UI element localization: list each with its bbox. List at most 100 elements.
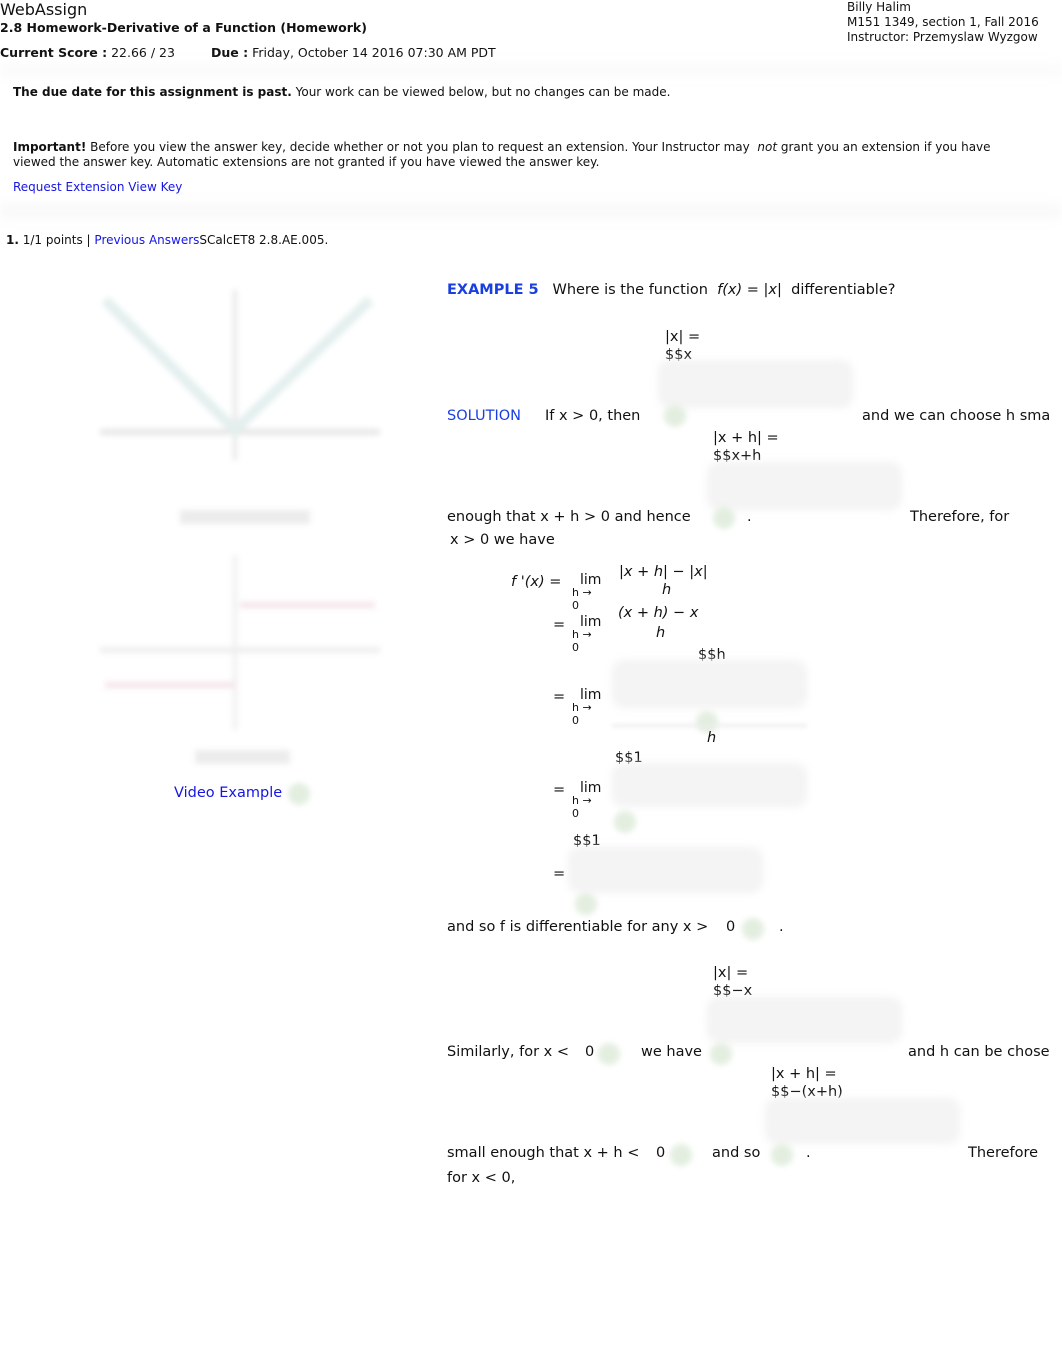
divider [0,66,1062,74]
answer-abs-xh: |x + h| = $$x+h [713,429,779,465]
function-expr: f(x) = |x| [717,282,782,298]
text: small enough that x + h < [447,1145,640,1161]
limit: lim h → 0 [572,687,601,727]
graph-caption [195,750,290,764]
text: and h can be chose [908,1044,1050,1060]
answer-label: |x + h| = [713,430,779,446]
lim-sub: h → 0 [572,628,592,654]
key-actions: Request Extension View Key [13,180,182,194]
example-heading: EXAMPLE 5 Where is the function f(x) = |… [447,282,895,298]
answer-value: $$1 [615,750,643,766]
text: If x > 0, then [545,408,641,424]
answer-field[interactable] [617,768,802,802]
text: we have [641,1044,702,1060]
numerator: (x + h) − x [618,605,699,621]
text: and so f is differentiable for any x > [447,919,709,935]
lim-sub: h → 0 [572,586,592,612]
score-label: Current Score : [0,45,108,60]
graph-caption [180,510,310,524]
video-icon [288,783,310,805]
current-score: Current Score : 22.66 / 23 [0,45,175,60]
answer-abs-x-neg: |x| = $$−x [713,964,752,1000]
answer-value: $$x [665,347,693,363]
answer-label: |x + h| = [771,1066,837,1082]
request-extension-link[interactable]: Request Extension [13,180,124,194]
text: Similarly, for x < [447,1044,569,1060]
equals: = [553,617,566,633]
limit: lim h → 0 [572,572,601,612]
limit: lim h → 0 [572,614,601,654]
answer-value: $$h [698,647,726,663]
correct-check-icon [614,811,636,833]
equals: = [553,866,566,882]
text: . [806,1145,811,1161]
equals: = [553,782,566,798]
answer-abs-xh-neg: |x + h| = $$−(x+h) [771,1065,843,1101]
score-value: 22.66 / 23 [111,45,175,60]
abs-graph-figure [100,290,380,764]
correct-check-icon [710,1043,732,1065]
assignment-title: 2.8 Homework-Derivative of a Function (H… [0,20,367,35]
past-due-notice: The due date for this assignment is past… [13,85,670,99]
correct-check-icon [670,1144,692,1166]
equals: = [553,689,566,705]
correct-check-icon [575,893,597,915]
answer-value: 0 [656,1145,666,1161]
example-prompt: Where is the function [552,282,708,298]
correct-check-icon [713,507,735,529]
text: and we can choose h sma [862,408,1051,424]
brand-logo: WebAssign [0,0,88,19]
text: Therefore, for [910,509,1010,525]
fraction-bar [612,724,807,727]
answer-value: $$−x [713,983,753,999]
answer-value: $$x+h [713,448,762,464]
question-points: 1/1 points | [22,233,91,247]
instructor-name: Instructor: Przemyslaw Wyzgow [847,30,1038,44]
answer-field[interactable] [617,665,802,703]
course-name: M151 1349, section 1, Fall 2016 [847,15,1039,29]
lim-sub: h → 0 [572,794,592,820]
answer-value: $$−(x+h) [771,1084,843,1100]
important-notice: Important! Before you view the answer ke… [13,140,991,170]
answer-field[interactable] [573,852,758,888]
limit: lim h → 0 [572,780,601,820]
abs-curve [101,296,374,438]
view-key-link[interactable]: View Key [128,180,182,194]
due-date: Due : Friday, October 14 2016 07:30 AM P… [211,45,496,60]
answer-value: 0 [726,919,736,935]
user-name: Billy Halim [847,0,911,14]
answer-field[interactable] [770,1103,955,1139]
past-due-text: Your work can be viewed below, but no ch… [295,85,671,99]
past-due-bold: The due date for this assignment is past… [13,85,292,99]
correct-check-icon [771,1144,793,1166]
answer-field[interactable] [712,467,897,505]
due-label: Due : [211,45,249,60]
divider [0,205,1062,217]
denominator: h [662,582,672,598]
example-label: EXAMPLE 5 [447,282,539,298]
answer-value: $$1 [573,833,601,849]
fprime-label: f '(x) = [511,574,562,590]
due-value: Friday, October 14 2016 07:30 AM PDT [252,45,496,60]
answer-field[interactable] [712,1002,897,1038]
solution-label: SOLUTION [447,408,521,424]
numerator: |x + h| − |x| [619,564,708,580]
important-not: not [757,140,778,154]
video-example-link[interactable]: Video Example [174,785,282,801]
important-text-3: viewed the answer key. Automatic extensi… [13,155,600,169]
important-text: Before you view the answer key, decide w… [90,140,750,154]
answer-field[interactable] [663,365,848,403]
user-info: Billy Halim M151 1349, section 1, Fall 2… [847,0,1039,45]
denominator: h [656,625,666,641]
important-text-2: grant you an extension if you have [780,140,991,154]
text: and so [712,1145,761,1161]
text: Therefore [968,1145,1039,1161]
denominator: h [707,730,717,746]
question-number: 1. [6,233,19,247]
example-prompt-end: differentiable? [791,282,896,298]
lim-sub: h → 0 [572,701,592,727]
correct-check-icon [742,918,764,940]
correct-check-icon [598,1043,620,1065]
text: for x < 0, [447,1170,516,1186]
previous-answers-link[interactable]: Previous Answers [94,233,199,247]
